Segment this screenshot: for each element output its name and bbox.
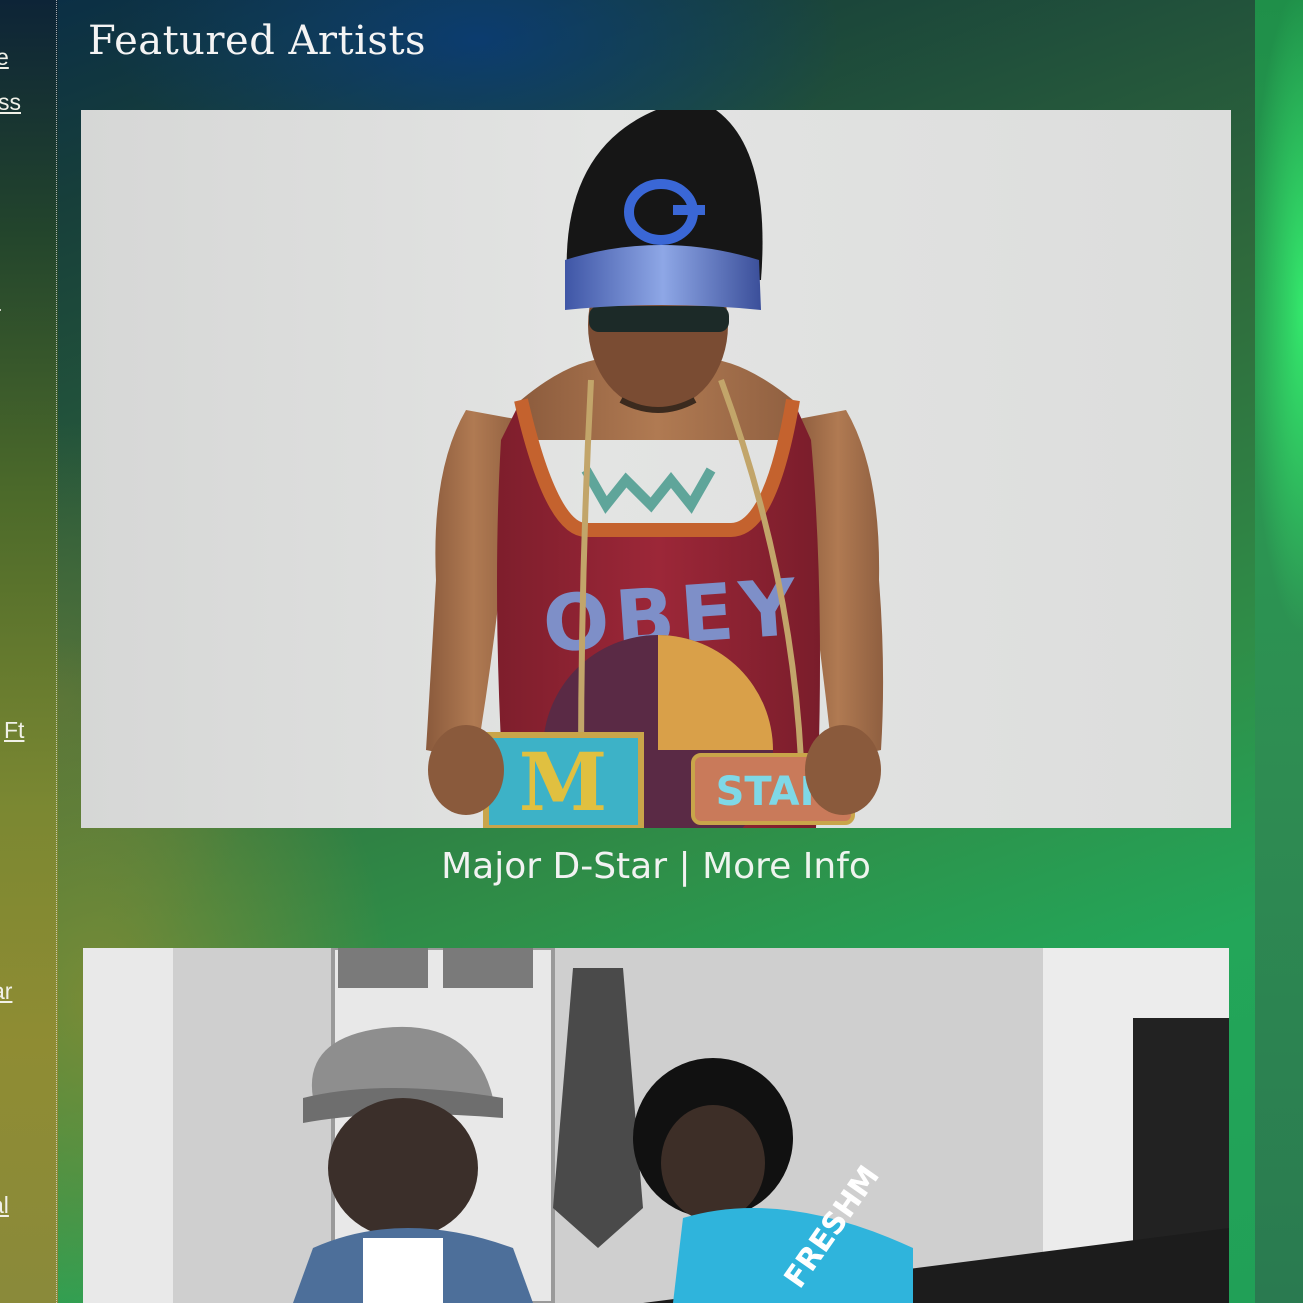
sidebar-link-4[interactable]: Ft	[4, 717, 24, 744]
page-title: Featured Artists	[88, 18, 427, 64]
artist-photo-second[interactable]: FRESHM	[83, 948, 1229, 1303]
artist-name: Major D-Star	[441, 846, 668, 887]
sidebar-link-1[interactable]: e	[0, 44, 9, 71]
sidebar-nav: e ss e Ft ar al	[0, 0, 57, 1303]
artist-photo-illustration-2: FRESHM	[83, 948, 1229, 1303]
sidebar-link-2[interactable]: ss	[0, 89, 21, 116]
more-info-link[interactable]: More Info	[702, 846, 871, 887]
right-edge-strip	[1255, 0, 1303, 1303]
sidebar-link-5[interactable]: ar	[0, 978, 12, 1005]
sidebar-link-6[interactable]: al	[0, 1192, 9, 1219]
sidebar-link-3[interactable]: e	[0, 286, 1, 313]
artist-photo-illustration: OBEY M STAR	[426, 110, 884, 828]
artist-caption: Major D-Star | More Info	[81, 846, 1231, 887]
caption-separator: |	[678, 846, 691, 887]
artist-photo-major-d-star[interactable]: OBEY M STAR	[81, 110, 1231, 828]
svg-text:M: M	[519, 735, 608, 828]
